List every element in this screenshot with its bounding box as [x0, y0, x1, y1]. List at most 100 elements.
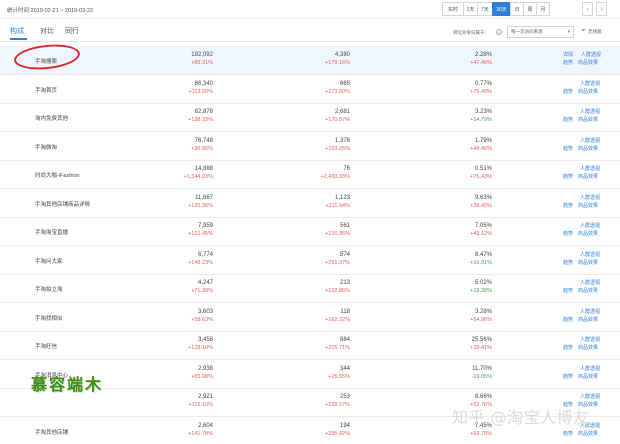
table-row: 手淘问大家 6,774 +149.23% 574 +291.37% 8.47% +16.91…: [0, 246, 620, 275]
trend-link[interactable]: 趋势: [563, 288, 573, 294]
product-effect-link[interactable]: 商品效果: [578, 117, 598, 123]
metric-cell: 2,921 +115.10%: [153, 393, 213, 409]
crowd-insight-link[interactable]: 人群透视: [580, 309, 600, 315]
source-name: 手淘拍立淘: [35, 287, 63, 293]
metric-change: +48.46%: [470, 145, 492, 152]
metric-cell: 14,888 +1,344.03%: [153, 165, 213, 181]
source-name: 时尚大咖-iFashion: [35, 173, 80, 179]
metric-value: 1,123: [334, 194, 350, 201]
metric-cell: 25.56% +38.41%: [432, 336, 492, 352]
metric-change: +71.39%: [191, 288, 213, 294]
metric-value: 1,376: [334, 137, 350, 144]
range-week-button[interactable]: 周: [523, 2, 537, 16]
trend-link[interactable]: 趋势: [563, 60, 573, 66]
crowd-insight-link[interactable]: 人群透视: [580, 109, 600, 115]
product-effect-link[interactable]: 商品效果: [578, 374, 598, 380]
crowd-insight-link[interactable]: 人群透视: [580, 138, 600, 144]
metric-change: +38.42%: [470, 202, 492, 209]
table-row: 手淘拍立淘 4,247 +71.39% 213 +102.86% 5.02% +18.38%…: [0, 274, 620, 303]
range-month-button[interactable]: 月: [536, 2, 550, 16]
crowd-insight-link[interactable]: 人群透视: [580, 280, 600, 286]
range-30day-button[interactable]: 30天: [492, 2, 511, 16]
crowd-insight-link[interactable]: 人群透视: [580, 337, 600, 343]
source-name: 手淘首页: [35, 87, 58, 94]
product-effect-link[interactable]: 商品效果: [578, 231, 598, 237]
trend-link[interactable]: 趋势: [563, 89, 573, 95]
trend-link[interactable]: 趋势: [563, 146, 573, 152]
filter-icon[interactable]: ⏷: [581, 28, 586, 35]
attribution-select[interactable]: 每一次访问来源 ▾: [507, 26, 574, 38]
trend-link[interactable]: 趋势: [563, 431, 573, 437]
crowd-insight-link[interactable]: 人群透视: [580, 394, 600, 400]
metric-cell: 4,247 +71.39%: [153, 279, 213, 295]
crowd-insight-link[interactable]: 人群透视: [580, 366, 600, 372]
crowd-insight-link[interactable]: 人群透视: [580, 166, 600, 172]
trend-link[interactable]: 趋势: [563, 345, 573, 351]
table-row: 手淘首页 86,340 +113.00% 665 +273.60% 0.77% +75.40…: [0, 75, 620, 104]
metric-cell: 0.51% +75.43%: [432, 165, 492, 181]
detail-link[interactable]: 详情: [563, 52, 573, 58]
product-effect-link[interactable]: 商品效果: [578, 431, 598, 437]
metric-change: +291.37%: [325, 259, 350, 266]
product-effect-link[interactable]: 商品效果: [578, 317, 598, 323]
crowd-insight-link[interactable]: 人群透视: [580, 223, 600, 229]
source-name: 手淘微淘: [35, 144, 58, 151]
table-row: 手淘微淘 76,748 +36.90% 1,376 +103.25% 1.79% +48.4…: [0, 132, 620, 161]
crowd-insight-link[interactable]: 人群透视: [581, 52, 601, 58]
trend-link[interactable]: 趋势: [563, 203, 573, 209]
metric-cell: 3.23% +14.79%: [432, 108, 492, 124]
crowd-insight-link[interactable]: 人群透视: [580, 195, 600, 201]
metric-cell: 2,938 +55.08%: [153, 365, 213, 381]
metric-value: 2,921: [197, 394, 213, 400]
prev-period-button[interactable]: ‹: [582, 2, 593, 16]
metric-cell: 5.02% +18.38%: [432, 279, 492, 295]
row-actions: 人群透视趋势 商品效果: [563, 194, 600, 210]
metric-cell: 213 +102.86%: [290, 279, 350, 295]
metric-value: 86,340: [194, 80, 213, 87]
product-effect-link[interactable]: 商品效果: [578, 260, 598, 266]
metric-cell: 3.28% +64.96%: [432, 308, 492, 324]
source-name: 手淘淘宝直播: [35, 230, 69, 236]
tab-peers[interactable]: 同行: [65, 26, 79, 36]
product-effect-link[interactable]: 商品效果: [578, 60, 598, 66]
trend-link[interactable]: 趋势: [563, 374, 573, 380]
product-effect-link[interactable]: 商品效果: [578, 146, 598, 152]
tab-bar: 构成 对比 同行 转化效果归属于： ? 每一次访问来源 ▾ ⏷ 无线端: [0, 20, 620, 42]
tab-composition[interactable]: 构成: [10, 26, 24, 36]
product-effect-link[interactable]: 商品效果: [578, 174, 598, 180]
tab-compare[interactable]: 对比: [40, 26, 54, 36]
product-effect-link[interactable]: 商品效果: [578, 203, 598, 209]
metric-cell: 665 +273.60%: [290, 80, 350, 96]
trend-link[interactable]: 趋势: [563, 174, 573, 180]
device-filter-label[interactable]: 无线端: [588, 29, 602, 35]
range-day-button[interactable]: 日: [510, 2, 524, 16]
metric-change: +75.40%: [470, 88, 492, 95]
range-1day-button[interactable]: 1天: [463, 2, 478, 16]
metric-change: +75.43%: [470, 174, 492, 180]
metric-change: +1,344.03%: [183, 174, 213, 180]
stat-time-label: 统计时间 2019-02-21 ~ 2019-03-22: [7, 8, 94, 14]
metric-value: 1.79%: [474, 137, 492, 144]
metric-value: 118: [340, 308, 350, 315]
trend-link[interactable]: 趋势: [563, 260, 573, 266]
metric-change: +16.91%: [470, 259, 492, 266]
metric-cell: 344 +25.55%: [290, 365, 350, 381]
trend-link[interactable]: 趋势: [563, 231, 573, 237]
metric-value: 3.23%: [474, 109, 492, 115]
crowd-insight-link[interactable]: 人群透视: [580, 252, 600, 258]
metric-value: 344: [339, 365, 350, 372]
trend-link[interactable]: 趋势: [563, 117, 573, 123]
product-effect-link[interactable]: 商品效果: [578, 89, 598, 95]
range-realtime-button[interactable]: 实时: [442, 2, 464, 16]
metric-change: +228.57%: [325, 402, 350, 408]
range-7day-button[interactable]: 7天: [477, 2, 493, 16]
help-icon[interactable]: ?: [496, 29, 502, 35]
row-actions: 详情 人群透视趋势 商品效果: [563, 51, 601, 67]
product-effect-link[interactable]: 商品效果: [578, 345, 598, 351]
crowd-insight-link[interactable]: 人群透视: [580, 81, 600, 87]
attribution-select-value: 每一次访问来源: [511, 29, 543, 34]
metric-cell: 8.47% +16.91%: [432, 251, 492, 267]
trend-link[interactable]: 趋势: [563, 317, 573, 323]
product-effect-link[interactable]: 商品效果: [578, 288, 598, 294]
next-period-button[interactable]: ›: [596, 2, 607, 16]
